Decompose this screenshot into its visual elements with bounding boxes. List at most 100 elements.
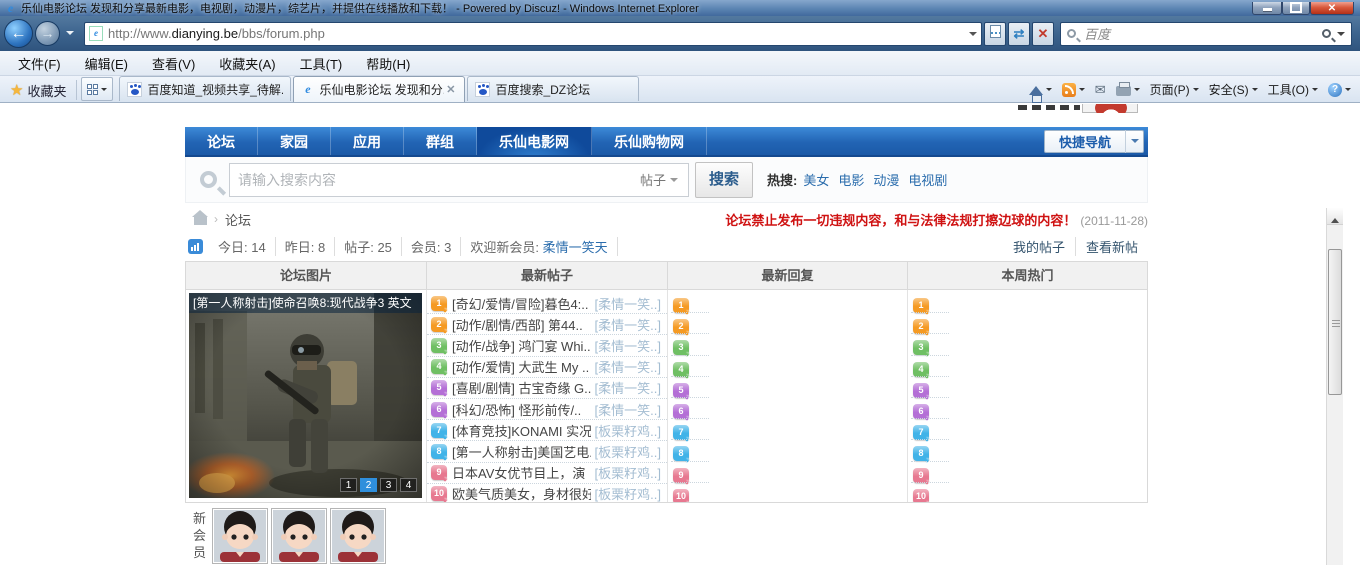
- address-dropdown-icon[interactable]: [969, 31, 977, 40]
- thread-author-link[interactable]: [板栗籽鸡..]: [591, 463, 661, 482]
- address-bar-row: ← → http://www.dianying.be/bbs/forum.php…: [0, 16, 1360, 51]
- thread-row[interactable]: 9 日本AV女优节目上，演 [板栗籽鸡..]: [427, 463, 667, 484]
- thread-row[interactable]: 3 [动作/战争] 鸿门宴 Whi.. [柔情一笑..]: [427, 335, 667, 357]
- forum-nav-item[interactable]: 论坛: [185, 127, 258, 155]
- thread-title-link[interactable]: 欧美气质美女，身材很好..: [452, 484, 591, 502]
- tools-menu-button[interactable]: 工具(O): [1263, 79, 1323, 101]
- thread-row[interactable]: 5 [喜剧/剧情] 古宝奇缘 G.. [柔情一笑..]: [427, 378, 667, 399]
- minimize-button[interactable]: [1252, 1, 1282, 15]
- thread-author-link[interactable]: [柔情一笑..]: [591, 294, 661, 313]
- reply-rank-badge: 10: [673, 488, 689, 502]
- browser-search-box[interactable]: 百度: [1060, 21, 1352, 46]
- vertical-scrollbar[interactable]: [1326, 208, 1343, 565]
- history-dropdown-icon[interactable]: [66, 30, 74, 39]
- page-menu-button[interactable]: 页面(P): [1145, 79, 1204, 101]
- thread-row[interactable]: 10 欧美气质美女，身材很好.. [板栗籽鸡..]: [427, 484, 667, 502]
- breadcrumb-forum-link[interactable]: 论坛: [225, 210, 251, 229]
- thread-author-link[interactable]: [柔情一笑..]: [591, 336, 661, 355]
- image-page-button[interactable]: 1: [340, 478, 357, 492]
- forum-nav-item[interactable]: 家园: [258, 127, 331, 155]
- new-member-avatar[interactable]: [330, 508, 386, 564]
- forum-search-input[interactable]: 请输入搜索内容 帖子: [229, 162, 689, 197]
- menubar-item[interactable]: 文件(F): [6, 54, 73, 73]
- view-new-posts-link[interactable]: 查看新帖: [1074, 236, 1148, 256]
- refresh-button[interactable]: [1008, 21, 1030, 46]
- home-button[interactable]: [1024, 79, 1057, 103]
- menubar-item[interactable]: 收藏夹(A): [207, 54, 287, 73]
- my-posts-link[interactable]: 我的帖子: [1003, 237, 1075, 256]
- thread-row[interactable]: 4 [动作/爱情] 大武生 My .. [柔情一笑..]: [427, 357, 667, 378]
- thread-title-link[interactable]: [喜剧/剧情] 古宝奇缘 G..: [452, 378, 591, 397]
- tab-close-icon[interactable]: [444, 83, 457, 96]
- thread-row[interactable]: 1 [奇幻/爱情/冒险]暮色4:.. [柔情一笑..]: [427, 293, 667, 315]
- forum-nav-item[interactable]: 乐仙电影网: [477, 127, 592, 155]
- back-button[interactable]: ←: [4, 19, 33, 48]
- compatibility-view-button[interactable]: [984, 21, 1006, 46]
- search-provider-dropdown-icon[interactable]: [1337, 31, 1345, 40]
- thread-title-link[interactable]: [科幻/恐怖] 怪形前传/..: [452, 400, 581, 419]
- thread-row[interactable]: 7 [体育竞技]KONAMI 实况.. [板栗籽鸡..]: [427, 420, 667, 442]
- close-button[interactable]: [1310, 1, 1354, 15]
- image-page-button[interactable]: 2: [360, 478, 377, 492]
- browser-tab[interactable]: 百度知道_视频共享_待解...: [119, 76, 292, 101]
- scrollbar-thumb[interactable]: [1328, 249, 1342, 395]
- scrollbar-up-arrow[interactable]: [1327, 208, 1343, 225]
- forum-nav-item[interactable]: 应用: [331, 127, 404, 155]
- thread-row[interactable]: 2 [动作/剧情/西部] 第44.. [柔情一笑..]: [427, 314, 667, 336]
- new-member-avatar[interactable]: [271, 508, 327, 564]
- thread-author-link[interactable]: [板栗籽鸡..]: [591, 442, 661, 461]
- thread-author-link[interactable]: [柔情一笑..]: [591, 357, 661, 376]
- thread-title-link[interactable]: [体育竞技]KONAMI 实况..: [452, 421, 591, 440]
- new-members-section: 新会员: [185, 508, 1148, 564]
- forum-nav-item[interactable]: 群组: [404, 127, 477, 155]
- hot-search-link[interactable]: 美女: [803, 170, 829, 189]
- forward-button[interactable]: →: [35, 21, 60, 46]
- hot-search-link[interactable]: 电影: [838, 170, 864, 189]
- search-scope-dropdown[interactable]: 帖子: [640, 170, 666, 189]
- hot-rank-row: 1: [908, 293, 1147, 314]
- thread-title-link[interactable]: [动作/剧情/西部] 第44..: [452, 315, 583, 334]
- read-mail-button[interactable]: [1090, 79, 1111, 101]
- thread-title-link[interactable]: [奇幻/爱情/冒险]暮色4:..: [452, 294, 589, 313]
- menubar-item[interactable]: 工具(T): [288, 54, 355, 73]
- image-page-button[interactable]: 3: [380, 478, 397, 492]
- hot-search-link[interactable]: 动漫: [873, 170, 899, 189]
- search-go-icon[interactable]: [1322, 29, 1331, 38]
- forum-nav-item[interactable]: 乐仙购物网: [592, 127, 707, 155]
- new-member-avatar[interactable]: [212, 508, 268, 564]
- quick-nav-dropdown-icon[interactable]: [1125, 130, 1143, 153]
- thread-author-link[interactable]: [板栗籽鸡..]: [591, 484, 661, 502]
- browser-tab[interactable]: 百度搜索_DZ论坛: [467, 76, 640, 101]
- help-menu-button[interactable]: [1323, 79, 1356, 101]
- thread-author-link[interactable]: [柔情一笑..]: [591, 378, 661, 397]
- feeds-button[interactable]: [1057, 79, 1090, 101]
- menubar-item[interactable]: 查看(V): [140, 54, 207, 73]
- thread-row[interactable]: 6 [科幻/恐怖] 怪形前传/.. [柔情一笑..]: [427, 399, 667, 421]
- quick-nav-button[interactable]: 快捷导航: [1043, 130, 1144, 153]
- stop-button[interactable]: [1032, 21, 1054, 46]
- thread-row[interactable]: 8 [第一人称射击]美国艺电.. [板栗籽鸡..]: [427, 441, 667, 463]
- print-button[interactable]: [1111, 79, 1145, 101]
- image-page-button[interactable]: 4: [400, 478, 417, 492]
- quick-tabs-button[interactable]: [81, 77, 114, 101]
- forum-search-button[interactable]: 搜索: [695, 161, 753, 198]
- maximize-button[interactable]: [1282, 1, 1310, 15]
- thread-title-link[interactable]: [第一人称射击]美国艺电..: [452, 442, 591, 461]
- favorites-button[interactable]: ★ 收藏夹: [4, 78, 72, 102]
- menubar-item[interactable]: 编辑(E): [73, 54, 140, 73]
- mail-icon: [1095, 82, 1106, 98]
- thread-title-link[interactable]: 日本AV女优节目上，演: [452, 463, 585, 482]
- thread-author-link[interactable]: [柔情一笑..]: [591, 315, 661, 334]
- thread-author-link[interactable]: [柔情一笑..]: [591, 400, 661, 419]
- menubar-item[interactable]: 帮助(H): [354, 54, 422, 73]
- safety-menu-button[interactable]: 安全(S): [1204, 79, 1263, 101]
- hot-search-link[interactable]: 电视剧: [908, 170, 947, 189]
- newest-member-link[interactable]: 柔情一笑天: [543, 240, 608, 255]
- thread-author-link[interactable]: [板栗籽鸡..]: [591, 421, 661, 440]
- forum-featured-image[interactable]: [第一人称射击]使命召唤8:现代战争3 英文 1 2 3 4: [189, 293, 422, 498]
- thread-title-link[interactable]: [动作/战争] 鸿门宴 Whi..: [452, 336, 591, 355]
- breadcrumb-home-icon[interactable]: [192, 209, 208, 225]
- address-field[interactable]: http://www.dianying.be/bbs/forum.php: [84, 21, 982, 46]
- thread-title-link[interactable]: [动作/爱情] 大武生 My ..: [452, 357, 589, 376]
- browser-tab[interactable]: 乐仙电影论坛 发现和分...: [293, 76, 466, 102]
